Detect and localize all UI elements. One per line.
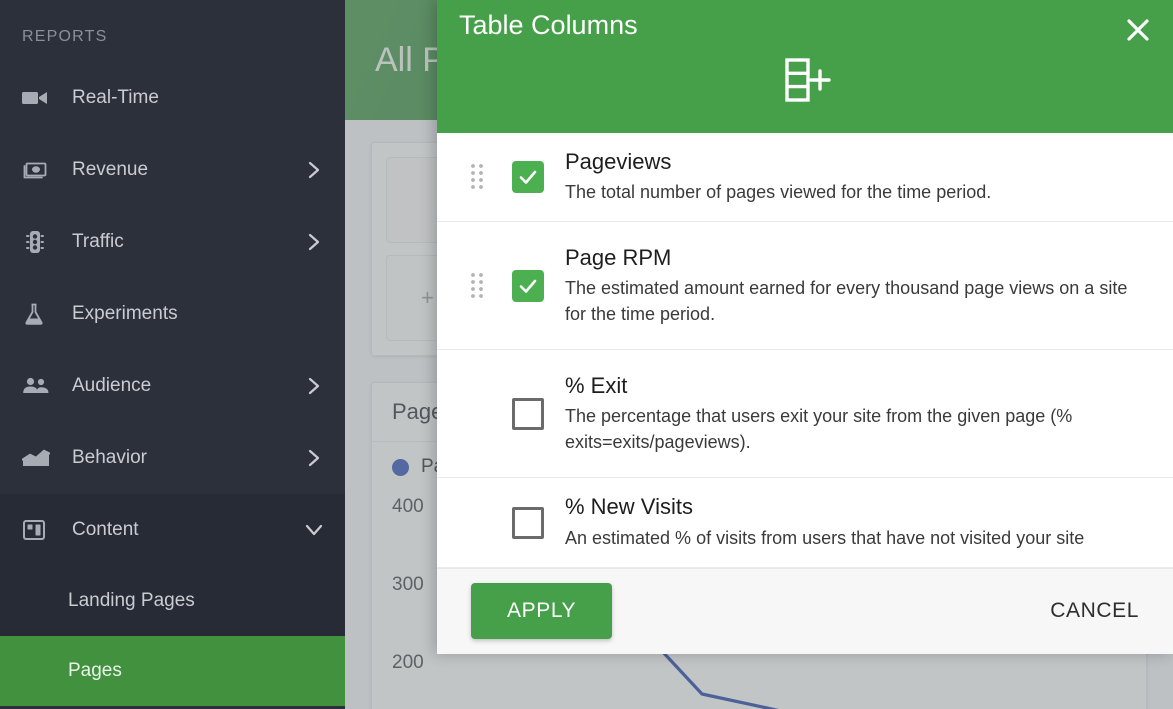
chevron-right-icon[interactable] — [305, 161, 323, 179]
column-checkbox-percent-exit[interactable] — [512, 397, 544, 430]
sidebar-section-title: REPORTS — [22, 28, 108, 45]
column-name: % New Visits — [565, 494, 693, 520]
checkbox-cell[interactable] — [495, 397, 561, 430]
sidebar: REPORTS Real-Time Revenue Traffic Experi… — [0, 0, 345, 709]
dialog-footer: APPLY CANCEL — [437, 567, 1173, 654]
chevron-right-icon[interactable] — [305, 377, 323, 395]
sidebar-item-label: Real-Time — [72, 87, 159, 108]
column-name: % Exit — [565, 372, 628, 398]
close-icon[interactable] — [1120, 12, 1156, 48]
add-column-icon — [437, 56, 1173, 104]
column-row-percent-new-visits[interactable]: % New Visits An estimated % of visits fr… — [437, 478, 1173, 568]
table-columns-dialog: Table Columns Pageviews The total number… — [437, 0, 1173, 654]
chevron-right-icon[interactable] — [305, 233, 323, 251]
apply-button[interactable]: APPLY — [471, 583, 613, 640]
people-icon — [22, 373, 52, 399]
column-checkbox-percent-new-visits[interactable] — [512, 506, 544, 539]
sidebar-item-label: Experiments — [72, 303, 178, 324]
dialog-header: Table Columns — [437, 0, 1173, 133]
drag-handle-icon[interactable] — [459, 162, 495, 192]
sidebar-item-revenue[interactable]: Revenue — [0, 134, 345, 206]
sidebar-item-behavior[interactable]: Behavior — [0, 422, 345, 494]
chevron-placeholder — [305, 89, 323, 107]
sidebar-item-real-time[interactable]: Real-Time — [0, 62, 345, 134]
sidebar-subitem-label: Landing Pages — [68, 590, 195, 611]
sidebar-item-experiments[interactable]: Experiments — [0, 278, 345, 350]
drag-handle-icon[interactable] — [459, 271, 495, 301]
sidebar-item-content[interactable]: Content — [0, 494, 345, 566]
sidebar-item-landing-pages[interactable]: Landing Pages — [0, 566, 345, 636]
column-text: % New Visits An estimated % of visits fr… — [561, 494, 1143, 550]
videocam-icon — [22, 85, 52, 111]
flask-icon — [22, 301, 52, 327]
column-name: Page RPM — [565, 244, 672, 270]
column-checkbox-page-rpm[interactable] — [512, 269, 544, 302]
sidebar-item-pages[interactable]: Pages — [0, 636, 345, 706]
dialog-title: Table Columns — [459, 10, 638, 40]
sidebar-item-label: Traffic — [72, 231, 124, 252]
column-checkbox-pageviews[interactable] — [512, 161, 544, 194]
column-row-page-rpm[interactable]: Page RPM The estimated amount earned for… — [437, 222, 1173, 351]
sidebar-item-audience[interactable]: Audience — [0, 350, 345, 422]
column-row-pageviews[interactable]: Pageviews The total number of pages view… — [437, 133, 1173, 223]
column-description: The estimated amount earned for every th… — [565, 278, 1128, 325]
columns-list[interactable]: Pageviews The total number of pages view… — [437, 133, 1173, 568]
cancel-button[interactable]: CANCEL — [1046, 589, 1143, 633]
column-row-percent-exit[interactable]: % Exit The percentage that users exit yo… — [437, 350, 1173, 479]
sidebar-item-label: Audience — [72, 375, 152, 396]
sidebar-item-label: Behavior — [72, 447, 147, 468]
chevron-right-icon[interactable] — [305, 449, 323, 467]
column-text: % Exit The percentage that users exit yo… — [561, 373, 1143, 456]
checkbox-cell[interactable] — [495, 506, 561, 539]
checkbox-cell[interactable] — [495, 269, 561, 302]
column-name: Pageviews — [565, 149, 672, 174]
column-description: An estimated % of visits from users that… — [565, 527, 1085, 548]
sidebar-item-label: Content — [72, 519, 139, 540]
sidebar-item-label: Revenue — [72, 159, 149, 180]
sidebar-item-traffic[interactable]: Traffic — [0, 206, 345, 278]
column-text: Page RPM The estimated amount earned for… — [561, 245, 1143, 328]
chevron-placeholder — [305, 305, 323, 323]
sidebar-subitem-label: Pages — [68, 660, 122, 681]
traffic-light-icon — [22, 229, 52, 255]
money-icon — [22, 157, 52, 183]
checkbox-cell[interactable] — [495, 161, 561, 194]
column-text: Pageviews The total number of pages view… — [561, 149, 1143, 205]
trending-up-icon — [22, 445, 52, 471]
chevron-down-icon[interactable] — [305, 521, 323, 539]
layout-icon — [22, 517, 52, 543]
column-description: The percentage that users exit your site… — [565, 406, 1073, 453]
app-root: REPORTS Real-Time Revenue Traffic Experi… — [0, 0, 1173, 709]
column-description: The total number of pages viewed for the… — [565, 182, 992, 203]
